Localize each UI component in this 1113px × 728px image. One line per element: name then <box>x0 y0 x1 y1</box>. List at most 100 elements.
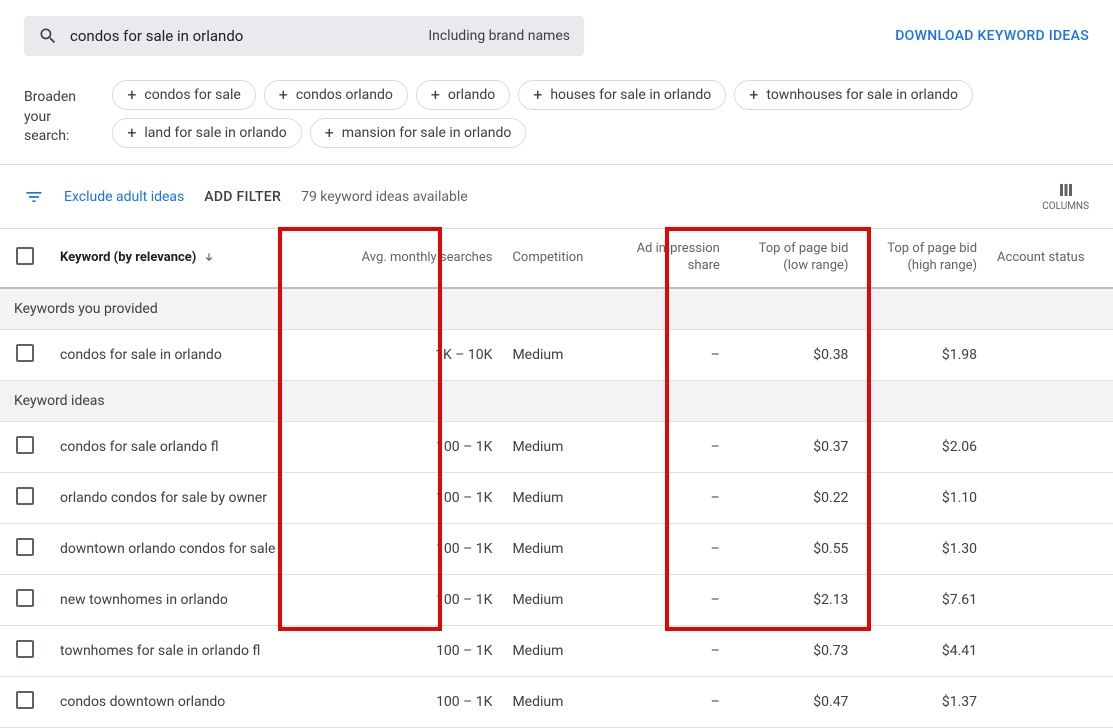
cell-keyword: townhomes for sale in orlando fl <box>50 625 326 676</box>
cell-competition: Medium <box>502 472 608 523</box>
cell-status <box>987 625 1113 676</box>
plus-icon: + <box>325 125 334 141</box>
filter-icon[interactable] <box>24 187 44 207</box>
broaden-search-section: Broaden your search: +condos for sale +c… <box>0 72 1113 165</box>
cell-competition: Medium <box>502 625 608 676</box>
exclude-adult-ideas-link[interactable]: Exclude adult ideas <box>64 189 184 205</box>
plus-icon: + <box>127 125 136 141</box>
cell-avg: 100 – 1K <box>326 574 503 625</box>
cell-high-bid: $1.10 <box>858 472 987 523</box>
broaden-label: Broaden your search: <box>24 80 96 148</box>
columns-button[interactable]: COLUMNS <box>1042 181 1089 212</box>
cell-impression: – <box>609 676 730 727</box>
col-high-bid[interactable]: Top of page bid(high range) <box>858 229 987 288</box>
cell-impression: – <box>609 523 730 574</box>
col-keyword[interactable]: Keyword (by relevance) <box>50 229 326 288</box>
cell-avg: 100 – 1K <box>326 472 503 523</box>
section-row: Keywords you provided <box>0 288 1113 330</box>
table-row: condos for sale orlando fl100 – 1KMedium… <box>0 421 1113 472</box>
cell-avg: 100 – 1K <box>326 676 503 727</box>
plus-icon: + <box>431 87 440 103</box>
broaden-chip[interactable]: + townhouses for sale in orlando <box>734 80 973 110</box>
plus-icon: + <box>749 87 758 103</box>
cell-high-bid: $1.37 <box>858 676 987 727</box>
chip-label: townhouses for sale in orlando <box>766 87 958 103</box>
table-row: condos downtown orlando100 – 1KMedium–$0… <box>0 676 1113 727</box>
arrow-down-icon <box>202 251 216 265</box>
cell-keyword: condos downtown orlando <box>50 676 326 727</box>
cell-low-bid: $2.13 <box>730 574 859 625</box>
cell-status <box>987 329 1113 380</box>
ideas-count: 79 keyword ideas available <box>301 189 468 205</box>
brand-setting: Including brand names <box>428 28 570 44</box>
table-row: new townhomes in orlando100 – 1KMedium–$… <box>0 574 1113 625</box>
row-checkbox[interactable] <box>16 436 34 454</box>
row-checkbox[interactable] <box>16 691 34 709</box>
broaden-chip[interactable]: + orlando <box>416 80 510 110</box>
cell-low-bid: $0.73 <box>730 625 859 676</box>
cell-status <box>987 676 1113 727</box>
broaden-chip[interactable]: +condos for sale <box>112 80 255 110</box>
cell-high-bid: $2.06 <box>858 421 987 472</box>
chip-label: land for sale in orlando <box>144 125 286 141</box>
broaden-chip[interactable]: + land for sale in orlando <box>112 118 301 148</box>
table-row: condos for sale in orlando1K – 10KMedium… <box>0 329 1113 380</box>
chip-label: condos for sale <box>144 87 240 103</box>
filter-bar: Exclude adult ideas ADD FILTER 79 keywor… <box>0 165 1113 229</box>
cell-low-bid: $0.47 <box>730 676 859 727</box>
section-row: Keyword ideas <box>0 380 1113 421</box>
cell-high-bid: $4.41 <box>858 625 987 676</box>
cell-low-bid: $0.37 <box>730 421 859 472</box>
table-row: townhomes for sale in orlando fl100 – 1K… <box>0 625 1113 676</box>
broaden-chips: +condos for sale +condos orlando +orland… <box>112 80 1089 148</box>
broaden-chip[interactable]: + condos orlando <box>264 80 408 110</box>
cell-high-bid: $1.98 <box>858 329 987 380</box>
header-bar: condos for sale in orlando Including bra… <box>0 0 1113 72</box>
chip-label: orlando <box>448 87 495 103</box>
cell-keyword: condos for sale in orlando <box>50 329 326 380</box>
download-keyword-ideas-link[interactable]: DOWNLOAD KEYWORD IDEAS <box>895 28 1089 44</box>
row-checkbox[interactable] <box>16 344 34 362</box>
cell-keyword: orlando condos for sale by owner <box>50 472 326 523</box>
chip-label: houses for sale in orlando <box>550 87 711 103</box>
plus-icon: + <box>533 87 542 103</box>
keyword-table-wrap: Keyword (by relevance) Avg. monthly sear… <box>0 229 1113 728</box>
row-checkbox[interactable] <box>16 538 34 556</box>
cell-avg: 100 – 1K <box>326 421 503 472</box>
table-row: orlando condos for sale by owner100 – 1K… <box>0 472 1113 523</box>
row-checkbox[interactable] <box>16 589 34 607</box>
cell-status <box>987 472 1113 523</box>
search-icon <box>38 26 58 46</box>
cell-competition: Medium <box>502 421 608 472</box>
add-filter-button[interactable]: ADD FILTER <box>204 189 281 205</box>
cell-low-bid: $0.38 <box>730 329 859 380</box>
cell-competition: Medium <box>502 329 608 380</box>
broaden-chip[interactable]: + houses for sale in orlando <box>518 80 726 110</box>
col-low-bid[interactable]: Top of page bid(low range) <box>730 229 859 288</box>
select-all-checkbox[interactable] <box>16 247 34 265</box>
cell-avg: 100 – 1K <box>326 625 503 676</box>
col-keyword-label: Keyword (by relevance) <box>60 250 196 265</box>
table-row: downtown orlando condos for sale100 – 1K… <box>0 523 1113 574</box>
chip-label: mansion for sale in orlando <box>342 125 512 141</box>
keyword-table: Keyword (by relevance) Avg. monthly sear… <box>0 229 1113 728</box>
search-query: condos for sale in orlando <box>70 27 416 45</box>
cell-low-bid: $0.55 <box>730 523 859 574</box>
cell-high-bid: $1.30 <box>858 523 987 574</box>
cell-impression: – <box>609 472 730 523</box>
row-checkbox[interactable] <box>16 640 34 658</box>
cell-high-bid: $7.61 <box>858 574 987 625</box>
col-ad-impression[interactable]: Ad impressionshare <box>609 229 730 288</box>
cell-impression: – <box>609 329 730 380</box>
plus-icon: + <box>279 87 288 103</box>
chip-label: condos orlando <box>296 87 393 103</box>
columns-icon <box>1057 181 1075 199</box>
col-competition[interactable]: Competition <box>502 229 608 288</box>
col-avg-searches[interactable]: Avg. monthly searches <box>326 229 503 288</box>
col-account-status[interactable]: Account status <box>987 229 1113 288</box>
cell-low-bid: $0.22 <box>730 472 859 523</box>
broaden-chip[interactable]: + mansion for sale in orlando <box>310 118 527 148</box>
search-box[interactable]: condos for sale in orlando Including bra… <box>24 16 584 56</box>
row-checkbox[interactable] <box>16 487 34 505</box>
cell-competition: Medium <box>502 523 608 574</box>
